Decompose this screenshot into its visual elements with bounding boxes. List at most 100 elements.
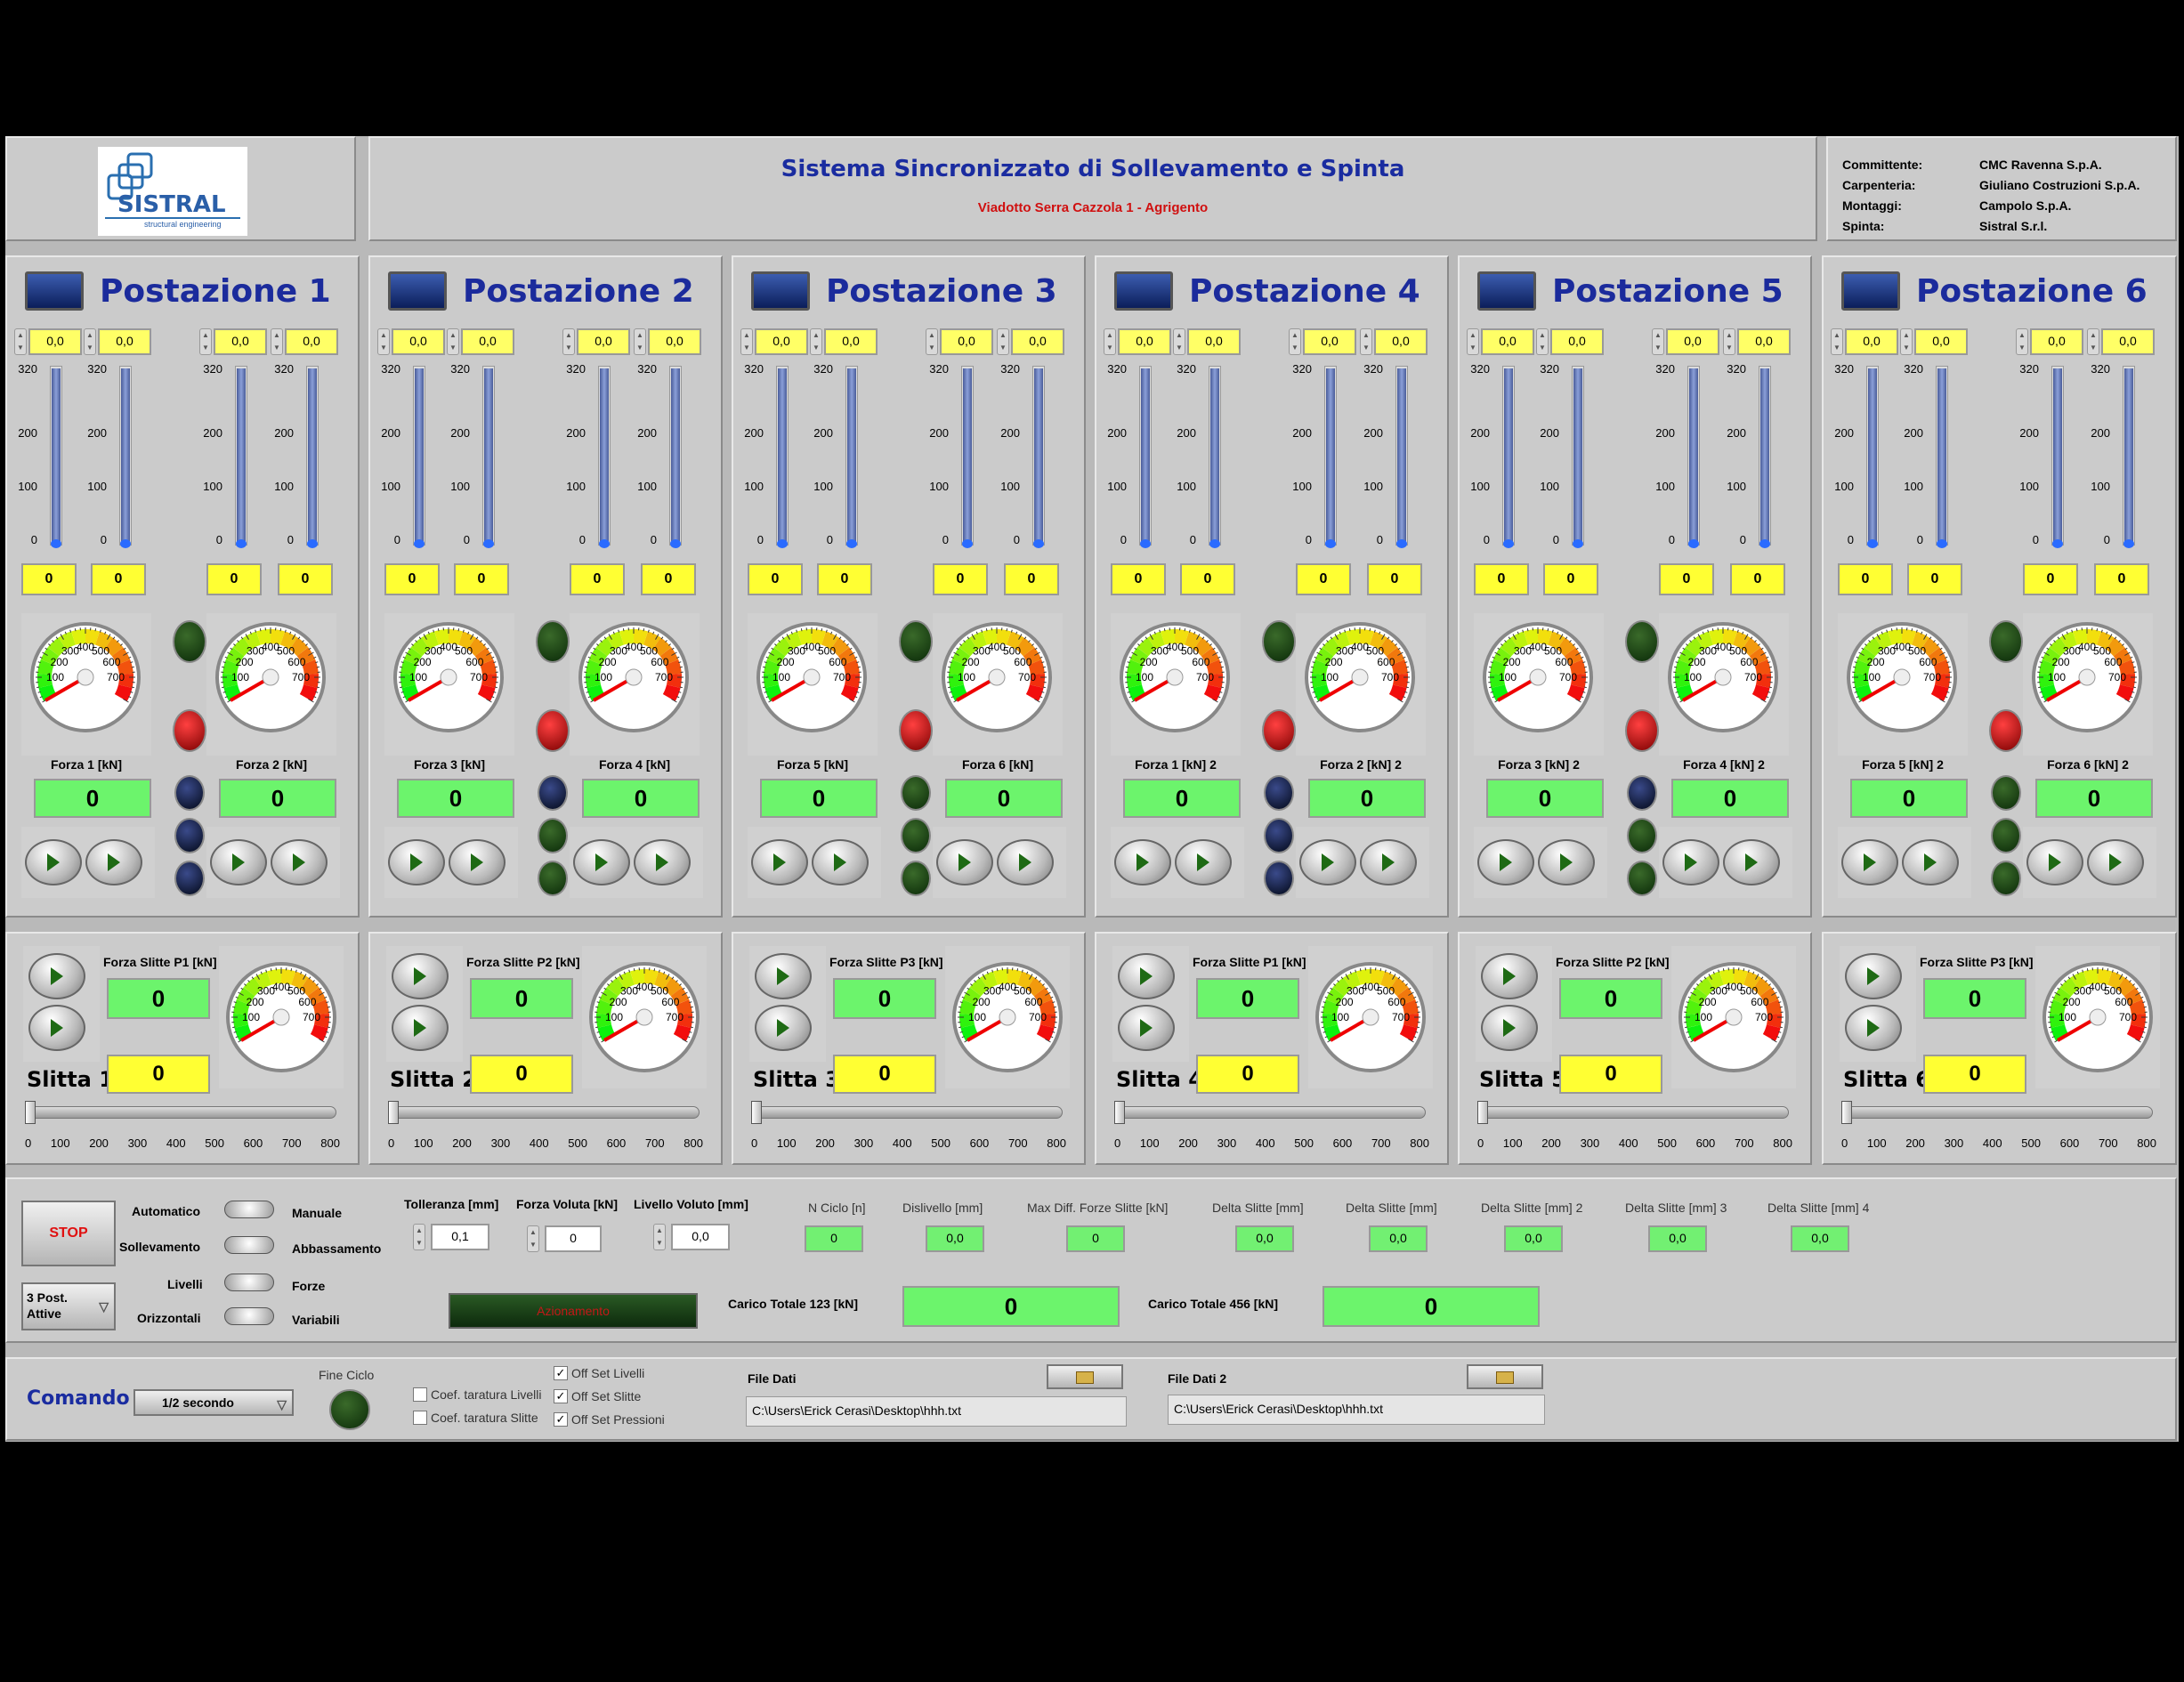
play-button[interactable] — [997, 839, 1054, 885]
offset-checkbox[interactable]: ✓ — [554, 1389, 568, 1403]
spin-control[interactable]: ▲ ▼ — [562, 328, 575, 355]
spin-value[interactable]: 0,0 — [1666, 328, 1719, 355]
spin-value[interactable]: 0,0 — [1374, 328, 1428, 355]
play-button[interactable] — [388, 839, 445, 885]
play-button[interactable] — [755, 1005, 812, 1051]
spin-control[interactable]: ▲ ▼ — [377, 328, 390, 355]
spin-value[interactable]: 0,0 — [824, 328, 878, 355]
spin-control[interactable]: ▲ ▼ — [271, 328, 283, 355]
slitta-slider-track[interactable] — [751, 1106, 1063, 1119]
play-button[interactable] — [1481, 1005, 1538, 1051]
spin-value[interactable]: 0,0 — [285, 328, 338, 355]
spin-value[interactable]: 0,0 — [1303, 328, 1356, 355]
offset-checkbox[interactable]: ✓ — [554, 1366, 568, 1380]
mode-switch[interactable] — [224, 1236, 274, 1254]
play-button[interactable] — [1360, 839, 1417, 885]
play-button[interactable] — [1299, 839, 1356, 885]
spin-control[interactable]: ▲ ▼ — [14, 328, 27, 355]
coef-checkbox[interactable] — [413, 1411, 427, 1425]
offset-checkbox[interactable]: ✓ — [554, 1412, 568, 1427]
mode-switch[interactable] — [224, 1201, 274, 1218]
slitta-slider-knob[interactable] — [25, 1101, 36, 1124]
file1-browse-button[interactable] — [1047, 1364, 1123, 1389]
post-attive-select[interactable]: 3 Post. Attive ▽ — [21, 1282, 116, 1330]
play-button[interactable] — [1118, 1005, 1175, 1051]
spin-value[interactable]: 0,0 — [2030, 328, 2083, 355]
file1-path-input[interactable]: C:\Users\Erick Cerasi\Desktop\hhh.txt — [746, 1396, 1127, 1427]
play-button[interactable] — [1723, 839, 1780, 885]
spin-control[interactable]: ▲ ▼ — [1467, 328, 1479, 355]
play-button[interactable] — [1538, 839, 1595, 885]
spin-value[interactable]: 0,0 — [1845, 328, 1898, 355]
stop-button[interactable]: STOP — [21, 1201, 116, 1266]
spin-control[interactable]: ▲ ▼ — [926, 328, 938, 355]
coef-checkbox[interactable] — [413, 1387, 427, 1402]
play-button[interactable] — [2026, 839, 2083, 885]
play-button[interactable] — [85, 839, 142, 885]
spin-control[interactable]: ▲ ▼ — [84, 328, 96, 355]
spin-value[interactable]: 0,0 — [1737, 328, 1791, 355]
play-button[interactable] — [936, 839, 993, 885]
spin-value[interactable]: 0,0 — [1187, 328, 1241, 355]
play-button[interactable] — [25, 839, 82, 885]
spin-control[interactable]: ▲ ▼ — [1723, 328, 1735, 355]
spin-value[interactable]: 0,0 — [1914, 328, 1968, 355]
play-button[interactable] — [1845, 1005, 1902, 1051]
play-button[interactable] — [1902, 839, 1959, 885]
spin-control[interactable]: ▲ ▼ — [2087, 328, 2099, 355]
slitta-slider-track[interactable] — [1114, 1106, 1426, 1119]
spin-control[interactable]: ▲ ▼ — [634, 328, 646, 355]
play-button[interactable] — [449, 839, 506, 885]
slitta-slider-knob[interactable] — [1114, 1101, 1125, 1124]
play-button[interactable] — [1118, 953, 1175, 999]
play-button[interactable] — [28, 1005, 85, 1051]
mode-switch[interactable] — [224, 1274, 274, 1291]
spin-control[interactable]: ▲ ▼ — [1652, 328, 1664, 355]
play-button[interactable] — [755, 953, 812, 999]
slitta-slider-knob[interactable] — [388, 1101, 399, 1124]
play-button[interactable] — [1662, 839, 1719, 885]
spin-value[interactable]: 0,0 — [461, 328, 514, 355]
slitta-slider-knob[interactable] — [751, 1101, 762, 1124]
spin-value[interactable]: 0,0 — [1550, 328, 1604, 355]
livello-voluto-input[interactable]: 0,0 — [671, 1224, 730, 1250]
forza-voluta-spinner[interactable]: ▲ ▼ — [527, 1225, 539, 1252]
mode-switch[interactable] — [224, 1307, 274, 1325]
play-button[interactable] — [1481, 953, 1538, 999]
spin-value[interactable]: 0,0 — [1481, 328, 1534, 355]
file2-path-input[interactable]: C:\Users\Erick Cerasi\Desktop\hhh.txt — [1168, 1395, 1545, 1425]
play-button[interactable] — [28, 953, 85, 999]
spin-control[interactable]: ▲ ▼ — [199, 328, 212, 355]
spin-control[interactable]: ▲ ▼ — [447, 328, 459, 355]
play-button[interactable] — [1845, 953, 1902, 999]
play-button[interactable] — [210, 839, 267, 885]
play-button[interactable] — [392, 1005, 449, 1051]
spin-control[interactable]: ▲ ▼ — [1536, 328, 1549, 355]
spin-control[interactable]: ▲ ▼ — [997, 328, 1009, 355]
spin-value[interactable]: 0,0 — [392, 328, 445, 355]
slitta-slider-knob[interactable] — [1477, 1101, 1488, 1124]
slitta-slider-track[interactable] — [388, 1106, 700, 1119]
play-button[interactable] — [2087, 839, 2144, 885]
spin-control[interactable]: ▲ ▼ — [810, 328, 822, 355]
play-button[interactable] — [1175, 839, 1232, 885]
tolleranza-input[interactable]: 0,1 — [431, 1224, 489, 1250]
spin-value[interactable]: 0,0 — [648, 328, 701, 355]
play-button[interactable] — [1841, 839, 1898, 885]
spin-control[interactable]: ▲ ▼ — [1900, 328, 1913, 355]
play-button[interactable] — [1114, 839, 1171, 885]
play-button[interactable] — [812, 839, 869, 885]
file2-browse-button[interactable] — [1467, 1364, 1543, 1389]
comando-select[interactable]: 1/2 secondo ▽ — [133, 1389, 294, 1416]
spin-value[interactable]: 0,0 — [98, 328, 151, 355]
spin-control[interactable]: ▲ ▼ — [1289, 328, 1301, 355]
play-button[interactable] — [634, 839, 691, 885]
spin-control[interactable]: ▲ ▼ — [1831, 328, 1843, 355]
slitta-slider-track[interactable] — [1477, 1106, 1789, 1119]
spin-value[interactable]: 0,0 — [2101, 328, 2155, 355]
spin-value[interactable]: 0,0 — [28, 328, 82, 355]
play-button[interactable] — [392, 953, 449, 999]
spin-value[interactable]: 0,0 — [214, 328, 267, 355]
play-button[interactable] — [751, 839, 808, 885]
spin-control[interactable]: ▲ ▼ — [740, 328, 753, 355]
